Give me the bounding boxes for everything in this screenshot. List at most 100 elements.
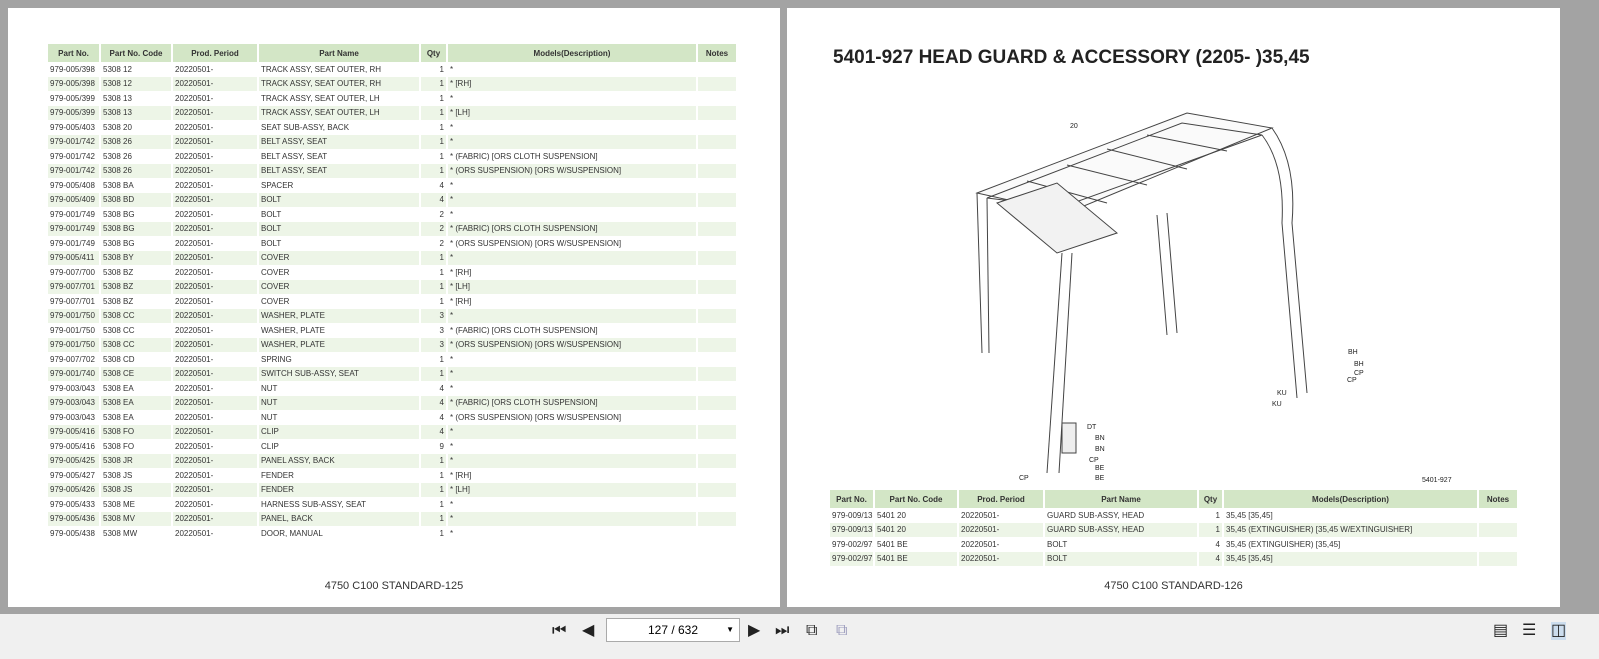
table-row[interactable]: 979-005/425 5308 JR 20220501- PANEL ASSY, B… (48, 453, 737, 468)
table-row[interactable]: 979-005/399 5308 13 20220501- TRACK ASSY, S… (48, 91, 737, 106)
cell-part-no-code: 5308 26 (100, 134, 172, 149)
table-row[interactable]: 979-005/426 5308 JS 20220501- FENDER 1 * [LH] (48, 482, 737, 497)
first-page-icon[interactable]: ⏮ (552, 622, 566, 640)
cell-notes (697, 62, 737, 77)
table-row[interactable]: 979-005/433 5308 ME 20220501- HARNESS SUB-A… (48, 497, 737, 512)
cell-models-description: * (450, 354, 454, 364)
cell-part-no-code: 5308 BG (103, 238, 135, 248)
cell-qty: 1 (420, 134, 447, 149)
callout-label: CP (1019, 475, 1029, 482)
cell-part-name: PANEL, BACK (258, 511, 420, 526)
cell-part-no-code: 5308 CC (100, 308, 172, 323)
cell-part-no: 979-001/749 (50, 209, 95, 219)
table-row[interactable]: 979-001/742 5308 26 20220501- BELT ASSY, SE… (48, 163, 737, 178)
cell-part-no: 979-009/133 (830, 522, 874, 537)
cell-part-name: TRACK ASSY, SEAT OUTER, LH (258, 105, 420, 120)
table-row[interactable]: 979-001/742 5308 26 20220501- BELT ASSY, SE… (48, 134, 737, 149)
table-row[interactable]: 979-007/701 5308 BZ 20220501- COVER 1 * [LH] (48, 279, 737, 294)
cell-part-name: BOLT (261, 209, 282, 219)
table-row[interactable]: 979-009/133 5401 20 20220501- GUARD SUB-ASS… (830, 522, 1518, 537)
cell-notes (697, 105, 737, 120)
table-row[interactable]: 979-007/700 5308 BZ 20220501- COVER 1 * [RH] (48, 265, 737, 280)
table-row[interactable]: 979-003/043 5308 EA 20220501- NUT 4 * (48, 381, 737, 396)
cell-models-description: * (ORS SUSPENSION) [ORS W/SUSPENSION] (450, 238, 622, 248)
cell-models-description: * (FABRIC) [ORS CLOTH SUSPENSION] (447, 395, 697, 410)
table-row[interactable]: 979-001/749 5308 BG 20220501- BOLT 2 * (ORS S… (48, 236, 737, 251)
column-header: Part Name (258, 44, 421, 62)
cell-notes (1478, 537, 1518, 552)
page-title: 5401-927 HEAD GUARD & ACCESSORY (2205- )… (833, 47, 1310, 68)
cell-part-no-code: 5401 20 (874, 522, 958, 537)
back-view-icon[interactable]: ⧉ (806, 622, 817, 640)
table-row[interactable]: 979-001/750 5308 CC 20220501- WASHER, PLATE… (48, 337, 737, 352)
single-page-icon[interactable]: ▤ (1493, 622, 1508, 640)
cell-part-no-code: 5308 JS (103, 470, 133, 480)
cell-qty: 3 (420, 308, 447, 323)
table-row[interactable]: 979-002/972 5401 BE 20220501- BOLT 4 35,45 (E… (830, 537, 1518, 552)
continuous-page-icon[interactable]: ☰ (1522, 622, 1536, 640)
cell-models-description: 35,45 (EXTINGUISHER) [35,45 W/EXTINGUISH… (1223, 522, 1478, 537)
table-row[interactable]: 979-005/399 5308 13 20220501- TRACK ASSY, S… (48, 105, 737, 120)
cell-part-no-code: 5308 BG (100, 221, 172, 236)
previous-page-icon[interactable]: ◀ (582, 622, 594, 640)
table-row[interactable]: 979-005/427 5308 JS 20220501- FENDER 1 * [RH] (48, 468, 737, 483)
cell-prod-period: 20220501- (175, 93, 214, 103)
table-row[interactable]: 979-001/742 5308 26 20220501- BELT ASSY, SE… (48, 149, 737, 164)
table-row[interactable]: 979-005/416 5308 FO 20220501- CLIP 4 * (48, 424, 737, 439)
cell-part-name: HARNESS SUB-ASSY, SEAT (261, 499, 367, 509)
cell-models-description: * (FABRIC) [ORS CLOTH SUSPENSION] (447, 221, 697, 236)
forward-view-icon[interactable]: ⧉ (836, 622, 847, 640)
cell-notes (1478, 551, 1518, 566)
two-page-icon[interactable]: ◫ (1551, 622, 1567, 640)
table-row[interactable]: 979-005/403 5308 20 20220501- SEAT SUB-ASSY… (48, 120, 737, 135)
cell-part-name: PANEL ASSY, BACK (258, 453, 420, 468)
table-row[interactable]: 979-005/411 5308 BY 20220501- COVER 1 * (48, 250, 737, 265)
table-row[interactable]: 979-005/408 5308 BA 20220501- SPACER 4 * (48, 178, 737, 193)
cell-part-no: 979-001/742 (50, 151, 95, 161)
table-row[interactable]: 979-005/398 5308 12 20220501- TRACK ASSY, S… (48, 76, 737, 91)
callout-label: CP (1089, 457, 1099, 464)
table-row[interactable]: 979-001/740 5308 CE 20220501- SWITCH SUB-AS… (48, 366, 737, 381)
table-row[interactable]: 979-001/749 5308 BG 20220501- BOLT 2 * (FABRI… (48, 221, 737, 236)
cell-part-no: 979-001/750 (50, 325, 95, 335)
table-row[interactable]: 979-007/702 5308 CD 20220501- SPRING 1 * (48, 352, 737, 367)
cell-notes (697, 134, 737, 149)
table-row[interactable]: 979-005/438 5308 MW 20220501- DOOR, MANUAL 1… (48, 526, 737, 541)
table-row[interactable]: 979-001/750 5308 CC 20220501- WASHER, PLATE… (48, 308, 737, 323)
cell-notes (697, 395, 737, 410)
cell-part-name: BELT ASSY, SEAT (261, 151, 328, 161)
cell-prod-period: 20220501- (175, 383, 214, 393)
table-row[interactable]: 979-003/043 5308 EA 20220501- NUT 4 * (FABRIC… (48, 395, 737, 410)
cell-notes (697, 91, 737, 106)
cell-part-no-code: 5308 CC (103, 325, 135, 335)
table-row[interactable]: 979-007/701 5308 BZ 20220501- COVER 1 * [RH] (48, 294, 737, 309)
cell-prod-period: 20220501- (958, 551, 1044, 566)
cell-models-description: * (450, 441, 454, 451)
cell-prod-period: 20220501- (175, 209, 214, 219)
table-row[interactable]: 979-005/416 5308 FO 20220501- CLIP 9 * (48, 439, 737, 454)
table-row[interactable]: 979-003/043 5308 EA 20220501- NUT 4 * (ORS SU… (48, 410, 737, 425)
cell-part-no-code: 5308 MW (103, 528, 138, 538)
table-row[interactable]: 979-009/131 5401 20 20220501- GUARD SUB-ASS… (830, 508, 1518, 523)
cell-part-no: 979-007/702 (50, 354, 95, 364)
table-row[interactable]: 979-001/750 5308 CC 20220501- WASHER, PLATE… (48, 323, 737, 338)
table-row[interactable]: 979-002/972 5401 BE 20220501- BOLT 4 35,45 [3… (830, 551, 1518, 566)
cell-prod-period: 20220501- (175, 528, 214, 538)
cell-part-name: COVER (261, 296, 290, 306)
cell-prod-period: 20220501- (172, 163, 258, 178)
cell-part-no-code: 5308 26 (103, 151, 132, 161)
last-page-icon[interactable]: ⏭ (775, 622, 789, 640)
callout-label: DT (1087, 424, 1097, 431)
table-row[interactable]: 979-005/409 5308 BD 20220501- BOLT 4 * (48, 192, 737, 207)
cell-prod-period: 20220501- (172, 511, 258, 526)
cell-part-name: SEAT SUB-ASSY, BACK (261, 122, 350, 132)
table-row[interactable]: 979-005/436 5308 MV 20220501- PANEL, BACK 1 * (48, 511, 737, 526)
page-selector[interactable]: 127 / 632 ▼ (606, 618, 740, 642)
column-header: Notes (697, 44, 738, 62)
table-row[interactable]: 979-001/749 5308 BG 20220501- BOLT 2 * (48, 207, 737, 222)
cell-part-no-code: 5308 BA (103, 180, 134, 190)
cell-prod-period: 20220501- (172, 221, 258, 236)
next-page-icon[interactable]: ▶ (748, 622, 760, 640)
cell-notes (697, 453, 737, 468)
table-row[interactable]: 979-005/398 5308 12 20220501- TRACK ASSY, S… (48, 62, 737, 77)
